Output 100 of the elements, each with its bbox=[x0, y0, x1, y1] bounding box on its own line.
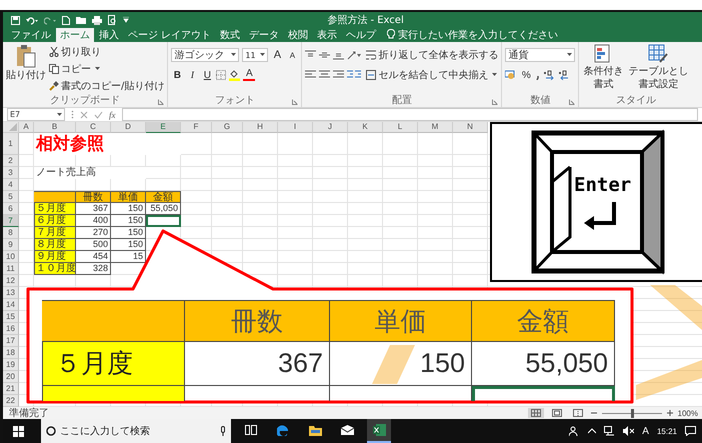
row-header[interactable]: 15 bbox=[3, 311, 19, 323]
table-cell[interactable]: 150 bbox=[111, 227, 146, 239]
save-icon[interactable] bbox=[11, 16, 20, 24]
align-middle-icon[interactable] bbox=[319, 50, 330, 60]
align-left-icon[interactable] bbox=[305, 70, 316, 80]
row-header[interactable]: 10 bbox=[3, 251, 19, 263]
ribbon-tab[interactable]: 表示 bbox=[313, 28, 342, 42]
borders-icon[interactable] bbox=[216, 70, 226, 80]
table-cell[interactable]: 55,050 bbox=[472, 342, 615, 386]
view-button[interactable] bbox=[528, 408, 544, 418]
ribbon-tab[interactable]: ホーム bbox=[56, 28, 94, 42]
table-cell[interactable]: 454 bbox=[76, 251, 111, 263]
table-cell[interactable]: 400 bbox=[76, 215, 111, 227]
column-header[interactable]: M bbox=[418, 122, 453, 133]
row-header[interactable]: 19 bbox=[3, 359, 19, 371]
print-preview-icon[interactable] bbox=[108, 15, 117, 25]
column-header[interactable]: N bbox=[453, 122, 488, 133]
caret-icon[interactable] bbox=[123, 17, 129, 23]
speaker-muted-icon[interactable] bbox=[623, 426, 634, 436]
row-header[interactable]: 21 bbox=[3, 383, 19, 395]
underline-button[interactable]: U bbox=[201, 70, 214, 80]
search-field[interactable]: ここに入力して検索 bbox=[60, 426, 216, 436]
column-header[interactable]: F bbox=[181, 122, 212, 133]
wrap-text-button[interactable]: 折り返して全体を表示する bbox=[366, 47, 498, 63]
row-header[interactable]: 5 bbox=[3, 191, 19, 203]
table-cell[interactable]: 150 bbox=[111, 215, 146, 227]
people-icon[interactable] bbox=[569, 426, 580, 436]
column-header[interactable]: A bbox=[19, 122, 34, 133]
row-header[interactable]: 20 bbox=[3, 371, 19, 383]
currency-icon[interactable] bbox=[505, 70, 518, 80]
ribbon-tab[interactable]: 校閲 bbox=[284, 28, 312, 42]
zoom-out-icon[interactable] bbox=[590, 410, 597, 416]
row-header[interactable]: 9 bbox=[3, 239, 19, 251]
align-center-icon[interactable] bbox=[319, 70, 330, 80]
column-header[interactable]: E bbox=[146, 122, 181, 133]
align-right-icon[interactable] bbox=[333, 70, 344, 80]
row-header[interactable]: 18 bbox=[3, 347, 19, 359]
clock-time[interactable]: 15:21 bbox=[656, 426, 677, 436]
insert-function-button[interactable]: fx bbox=[109, 110, 116, 120]
microphone-icon[interactable] bbox=[220, 426, 226, 436]
table-cell[interactable]: 150 bbox=[111, 203, 146, 215]
cut-button[interactable]: 切り取り bbox=[49, 44, 164, 60]
ribbon-tab[interactable]: 挿入 bbox=[95, 28, 123, 42]
ribbon-tab[interactable]: ページ レイアウト bbox=[124, 28, 216, 42]
row-header[interactable]: 12 bbox=[3, 275, 19, 287]
table-cell[interactable]: 55,050 bbox=[146, 203, 181, 215]
column-header[interactable]: C bbox=[76, 122, 111, 133]
font-size-dropdown[interactable]: 11 bbox=[242, 48, 268, 62]
table-cell[interactable]: 150 bbox=[330, 342, 472, 386]
printer-icon[interactable] bbox=[92, 16, 102, 24]
copy-button[interactable]: コピー bbox=[49, 61, 164, 77]
table-cell[interactable]: 367 bbox=[185, 342, 330, 386]
row-header[interactable]: 22 bbox=[3, 395, 19, 407]
new-document-icon[interactable] bbox=[62, 16, 70, 24]
name-box[interactable]: E7 bbox=[7, 108, 65, 121]
dialog-launcher-icon[interactable] bbox=[492, 99, 498, 105]
column-header[interactable]: B bbox=[34, 122, 76, 133]
undo-icon[interactable] bbox=[26, 16, 38, 24]
dialog-launcher-icon[interactable] bbox=[158, 99, 164, 105]
grow-font-button[interactable]: A bbox=[271, 49, 284, 61]
network-icon[interactable] bbox=[604, 426, 616, 436]
text-orientation-icon[interactable] bbox=[347, 50, 362, 60]
checkmark-icon[interactable] bbox=[94, 110, 103, 118]
drag-handle-icon[interactable] bbox=[71, 110, 74, 119]
table-cell[interactable] bbox=[146, 215, 181, 227]
zoom-in-icon[interactable] bbox=[666, 410, 673, 416]
ribbon-tab[interactable]: データ bbox=[245, 28, 284, 42]
row-header[interactable]: 14 bbox=[3, 299, 19, 311]
search-bar[interactable]: ここに入力して検索 bbox=[41, 419, 231, 443]
fill-bucket-icon[interactable] bbox=[229, 70, 240, 80]
input-method-indicator[interactable]: A bbox=[642, 426, 649, 436]
column-header[interactable]: L bbox=[383, 122, 418, 133]
tell-me-field[interactable]: 実行したい作業を入力してください bbox=[398, 29, 568, 42]
table-cell[interactable]: 367 bbox=[76, 203, 111, 215]
shrink-font-button[interactable]: A bbox=[286, 50, 298, 60]
row-header[interactable]: 3 bbox=[3, 167, 19, 179]
chevron-up-icon[interactable] bbox=[588, 428, 596, 434]
zoom-percentage[interactable]: 100% bbox=[678, 408, 698, 418]
row-header[interactable]: 2 bbox=[3, 155, 19, 167]
row-header[interactable]: 13 bbox=[3, 287, 19, 299]
number-format-dropdown[interactable]: 通貨 bbox=[505, 48, 576, 62]
row-header[interactable]: 16 bbox=[3, 323, 19, 335]
table-cell[interactable]: 500 bbox=[76, 239, 111, 251]
dialog-launcher-icon[interactable] bbox=[292, 99, 298, 105]
row-header[interactable]: 4 bbox=[3, 179, 19, 191]
ribbon-tab[interactable]: 数式 bbox=[216, 28, 244, 42]
increase-decimal-icon[interactable] bbox=[544, 70, 556, 80]
row-header[interactable]: 17 bbox=[3, 335, 19, 347]
folder-icon[interactable] bbox=[76, 16, 86, 24]
dialog-launcher-icon[interactable] bbox=[569, 99, 576, 105]
row-header[interactable]: 8 bbox=[3, 227, 19, 239]
conditional-formatting-button[interactable]: 条件付き 書式 bbox=[582, 44, 624, 95]
row-header[interactable]: 6 bbox=[3, 203, 19, 215]
ribbon-tab[interactable]: ヘルプ bbox=[342, 28, 380, 42]
format-painter-button[interactable]: 書式のコピー/貼り付け bbox=[49, 78, 164, 94]
notification-icon[interactable] bbox=[685, 426, 696, 436]
column-header[interactable]: K bbox=[348, 122, 383, 133]
row-header[interactable]: 1 bbox=[3, 133, 19, 155]
format-as-table-button[interactable]: テーブルとし 書式設定 bbox=[627, 44, 690, 95]
table-cell[interactable]: 270 bbox=[76, 227, 111, 239]
